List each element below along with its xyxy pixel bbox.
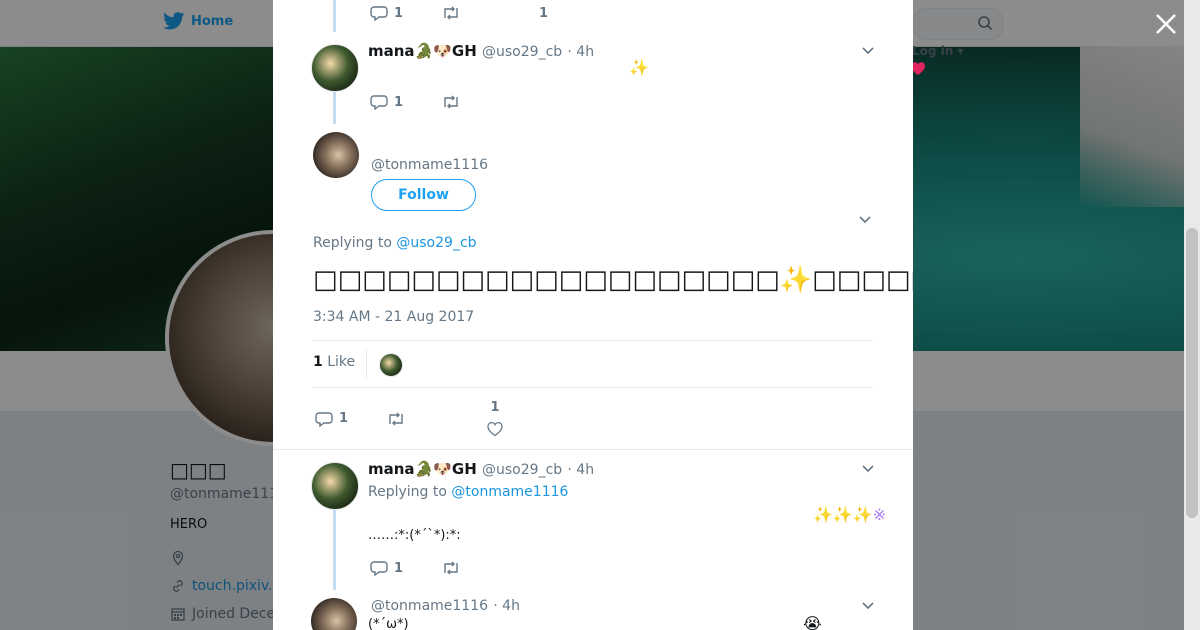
display-name: mana🐊🐶GH xyxy=(368,460,477,478)
retweet-icon xyxy=(444,95,458,109)
reply-button[interactable]: 1 xyxy=(370,94,403,110)
replying-prefix: Replying to xyxy=(313,235,392,251)
tweet-avatar[interactable] xyxy=(311,462,359,510)
follow-button[interactable]: Follow xyxy=(371,179,476,211)
divider xyxy=(366,350,367,378)
tweet-timestamp[interactable]: 3:34 AM - 21 Aug 2017 xyxy=(313,309,474,325)
tweet-avatar[interactable] xyxy=(311,44,359,92)
author-handle: @uso29_cb xyxy=(482,44,563,60)
like-button[interactable]: 1 xyxy=(539,6,548,21)
divider xyxy=(313,340,873,341)
retweet-button[interactable] xyxy=(441,561,461,575)
tweet-actions: 1 1 xyxy=(315,400,504,437)
author-handle: @uso29_cb xyxy=(482,462,563,478)
reply-icon xyxy=(370,6,388,21)
tweet-time[interactable]: · 4h xyxy=(567,462,594,478)
tweet-text: ……:*:(*´`*):*: xyxy=(368,528,461,543)
replying-prefix: Replying to xyxy=(368,484,447,500)
author-handle[interactable]: @tonmame1116 xyxy=(371,157,488,173)
reply-button[interactable]: 1 xyxy=(370,5,403,21)
focused-tweet: @tonmame1116 Follow Replying to @uso29_c… xyxy=(273,124,913,450)
chevron-down-icon[interactable] xyxy=(858,213,872,227)
tweet-text-part1: □□□□□□□□□□□□□□□□□□□ xyxy=(313,265,780,295)
retweet-button[interactable] xyxy=(386,412,406,426)
likes-label: Like xyxy=(327,354,356,370)
retweet-button[interactable] xyxy=(441,95,461,109)
chevron-down-icon[interactable] xyxy=(861,462,875,476)
replying-to: Replying to @uso29_cb xyxy=(313,235,477,251)
retweet-button[interactable] xyxy=(441,6,461,20)
tweet-permalink-modal: 1 1 mana🐊🐶GH @uso29_cb · 4h ✨ 1 @tonmame… xyxy=(273,0,913,630)
reply-button[interactable]: 1 xyxy=(315,411,348,427)
like-count: 1 xyxy=(490,400,500,415)
reply-tweet[interactable]: @tonmame1116 · 4h (*´ω*) 😭 xyxy=(273,590,913,630)
thread-line xyxy=(333,92,336,124)
tweet-text: ✨ xyxy=(629,58,649,77)
tweet-author[interactable]: @tonmame1116 · 4h xyxy=(371,596,520,614)
tweet-actions: 1 xyxy=(370,560,461,576)
reply-tweet[interactable]: mana🐊🐶GH @uso29_cb · 4h Replying to @ton… xyxy=(273,450,913,590)
divider xyxy=(313,387,873,388)
heart-outline-icon xyxy=(487,422,503,437)
like-button[interactable]: 1 xyxy=(486,400,504,437)
tweet-time[interactable]: · 4h xyxy=(493,598,520,614)
likes-stat[interactable]: 1 Like xyxy=(313,354,355,370)
reply-count: 1 xyxy=(339,411,349,426)
author-handle: @tonmame1116 xyxy=(371,598,489,614)
tweet-time[interactable]: · 4h xyxy=(567,44,594,60)
retweet-icon xyxy=(444,6,458,20)
tweet-author[interactable]: mana🐊🐶GH @uso29_cb · 4h xyxy=(368,460,594,478)
display-name: mana🐊🐶GH xyxy=(368,42,477,60)
reply-count: 1 xyxy=(394,94,404,110)
sparkle-emoji: ✨ xyxy=(779,265,813,295)
retweet-icon xyxy=(389,412,403,425)
reply-icon xyxy=(370,561,388,576)
chevron-down-icon[interactable] xyxy=(861,599,875,613)
tweet-emoji-line: ✨✨✨※ xyxy=(813,505,887,524)
scrollbar-thumb[interactable] xyxy=(1186,228,1198,518)
liker-avatar[interactable] xyxy=(379,353,403,377)
reply-icon xyxy=(370,95,388,110)
tweet-text: (*´ω*) xyxy=(368,617,409,630)
thread-line xyxy=(333,510,336,590)
reply-button[interactable]: 1 xyxy=(370,560,403,576)
reply-count: 1 xyxy=(394,560,404,576)
tweet-text: □□□□□□□□□□□□□□□□□□□✨□□□□□□□□□□(□)□□□□□□□… xyxy=(313,262,913,298)
like-count: 1 xyxy=(539,5,549,21)
tweet-actions: 1 xyxy=(370,94,461,110)
reply-icon xyxy=(315,411,333,427)
tweet-ancestor-1[interactable]: mana🐊🐶GH @uso29_cb · 4h ✨ 1 xyxy=(273,32,913,124)
tweet-author[interactable]: mana🐊🐶GH @uso29_cb · 4h xyxy=(368,42,594,60)
chevron-down-icon[interactable] xyxy=(861,44,875,58)
replying-to-link[interactable]: @uso29_cb xyxy=(396,235,476,251)
tweet-avatar[interactable] xyxy=(311,598,357,630)
reply-count: 1 xyxy=(394,5,404,21)
tweet-text-part2: □□□□□□□□□□(□)□□□□□□□□□□□□□□□□□□□□□□ xyxy=(812,265,913,295)
page-scrollbar[interactable] xyxy=(1184,0,1200,630)
replying-to-link[interactable]: @tonmame1116 xyxy=(451,484,568,500)
likes-count: 1 xyxy=(313,354,323,370)
tweet-actions: 1 1 xyxy=(370,5,548,21)
close-icon xyxy=(1156,14,1176,34)
thread-line xyxy=(333,0,336,32)
retweet-icon xyxy=(444,561,458,575)
tweet-emoji: 😭 xyxy=(803,614,822,630)
close-modal-button[interactable] xyxy=(1153,11,1179,37)
tweet-avatar[interactable] xyxy=(313,132,359,178)
replying-to: Replying to @tonmame1116 xyxy=(368,484,568,500)
tweet-ancestor-0[interactable]: 1 1 xyxy=(273,0,913,32)
